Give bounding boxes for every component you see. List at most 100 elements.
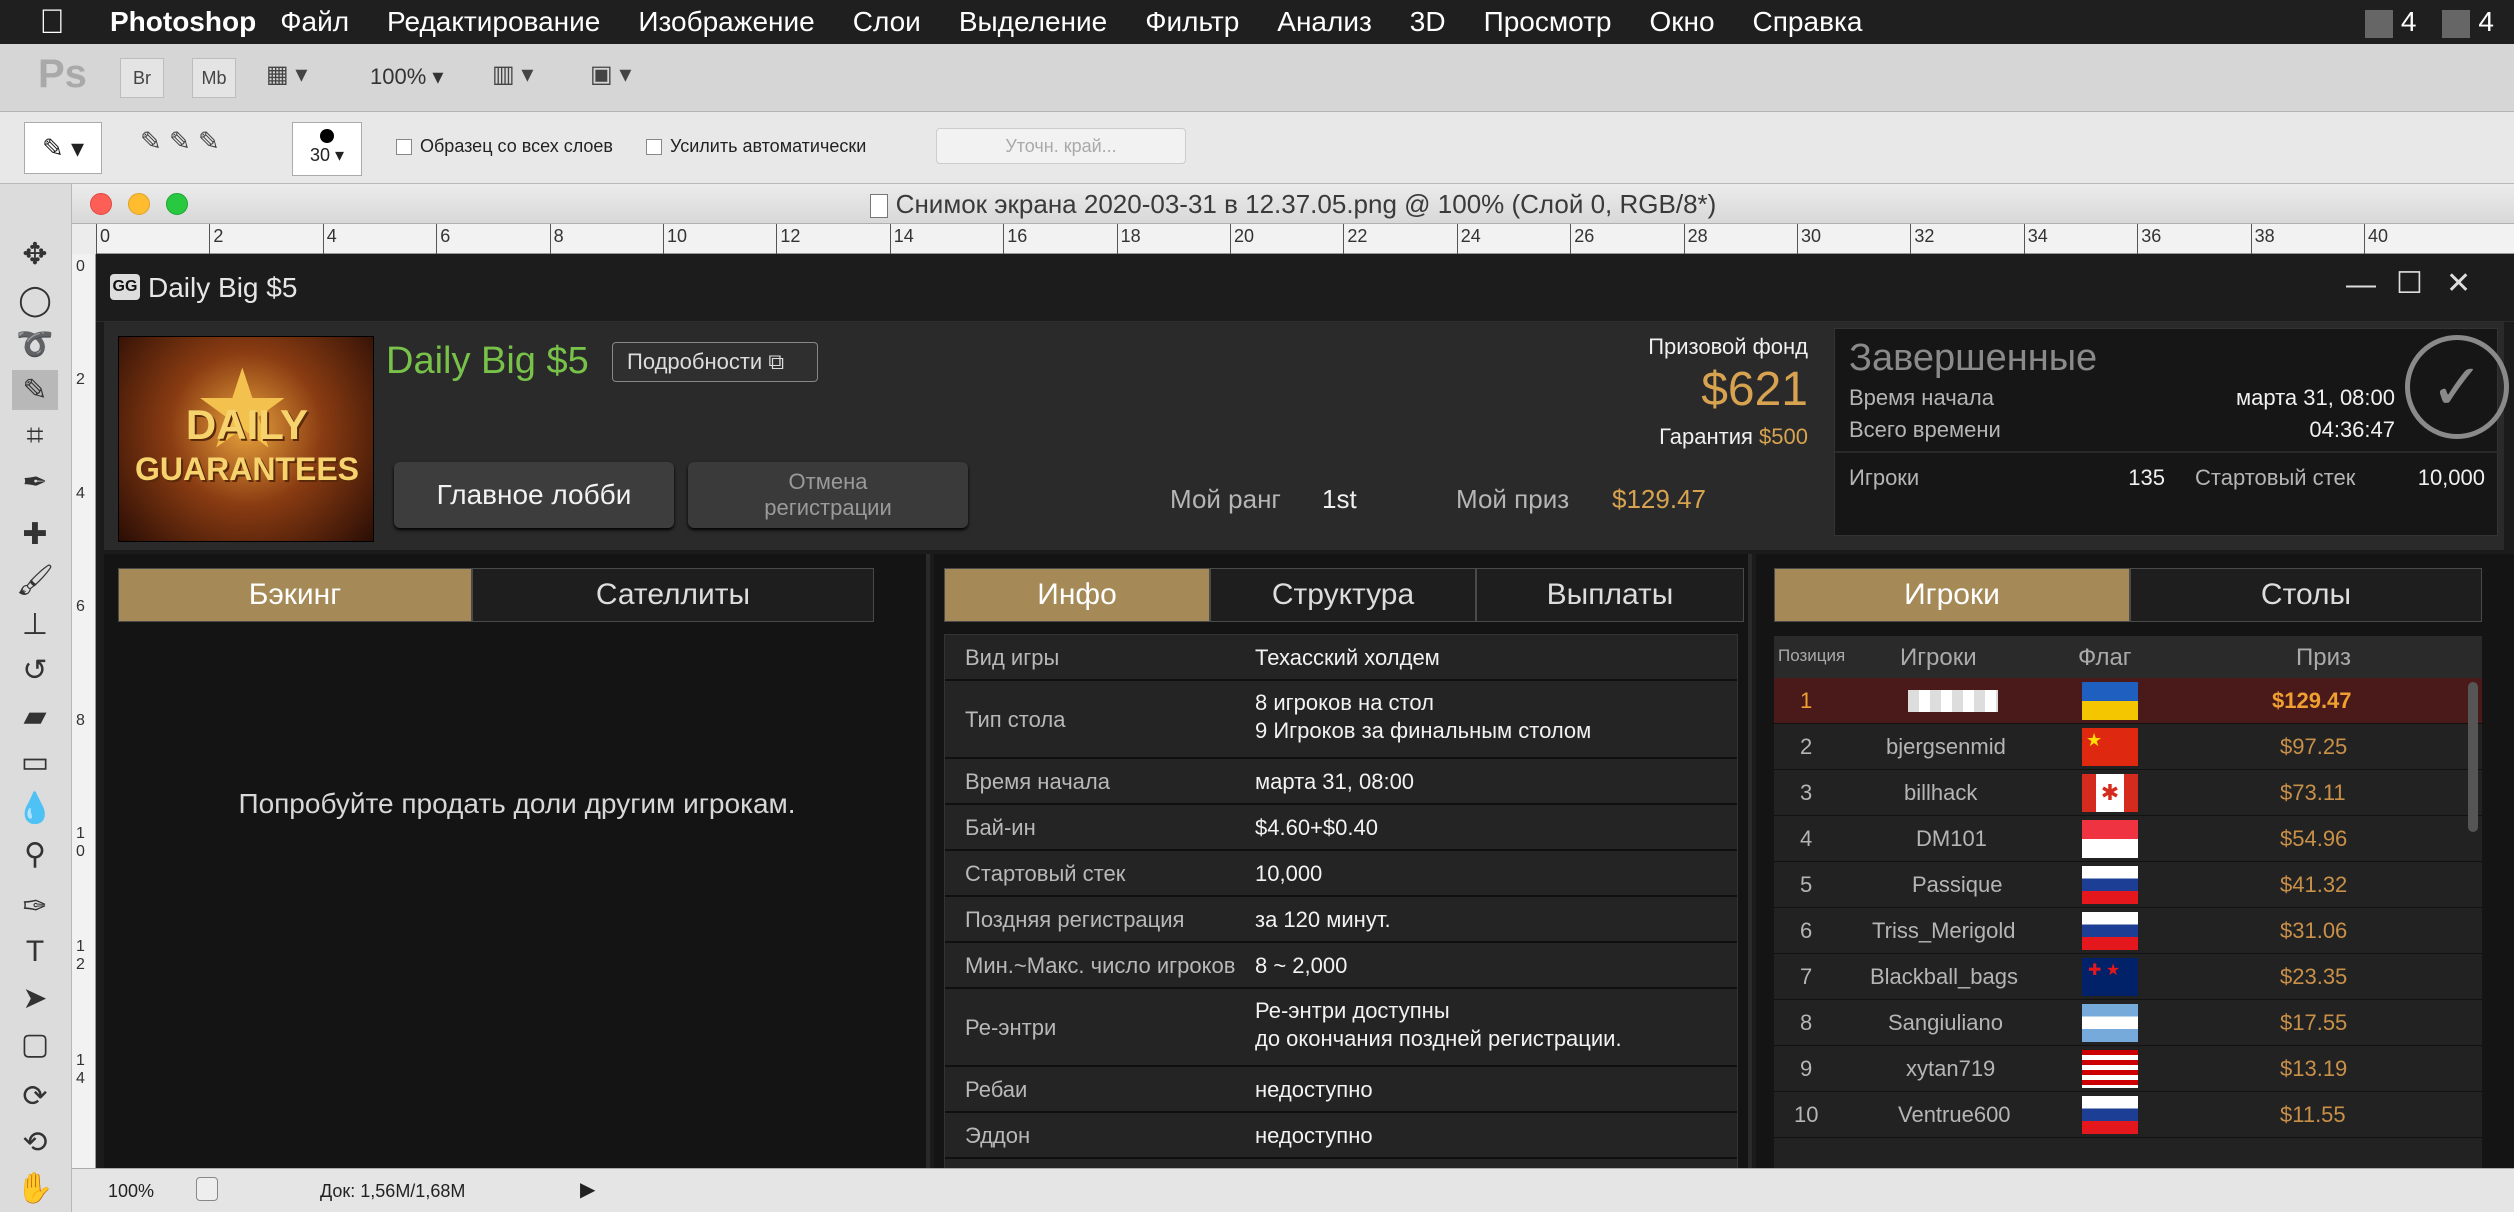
pen-tool-icon[interactable]: ✑ bbox=[12, 886, 58, 926]
3d-rotate-icon[interactable]: ⟳ bbox=[12, 1076, 58, 1116]
banner-daily: DAILY bbox=[185, 401, 309, 448]
tab-players[interactable]: Игроки bbox=[1774, 568, 2130, 622]
main-lobby-button[interactable]: Главное лобби bbox=[394, 462, 674, 528]
col-prize[interactable]: Приз bbox=[2296, 644, 2351, 672]
app-menu[interactable]: Photoshop bbox=[110, 6, 256, 38]
dodge-tool-icon[interactable]: ⚲ bbox=[12, 834, 58, 874]
info-row-buyin: Бай-ин $4.60+$0.40 bbox=[945, 805, 1737, 851]
table-row[interactable]: 6 Triss_Merigold $31.06 bbox=[1774, 908, 2482, 954]
table-row[interactable]: 2 bjergsenmid ★ $97.25 bbox=[1774, 724, 2482, 770]
hand-tool-icon[interactable]: ✋ bbox=[12, 1168, 58, 1208]
table-row[interactable]: 3 billhack ✱ $73.11 bbox=[1774, 770, 2482, 816]
healing-brush-icon[interactable]: ✚ bbox=[12, 514, 58, 554]
minimize-icon[interactable]: — bbox=[2346, 268, 2376, 302]
move-tool-icon[interactable]: ✥ bbox=[12, 234, 58, 274]
tool-preset-picker[interactable]: ✎ ▾ bbox=[24, 122, 102, 174]
tab-tables[interactable]: Столы bbox=[2130, 568, 2482, 622]
zoom-window-button[interactable] bbox=[166, 193, 188, 215]
ruler-h-label: 6 bbox=[440, 226, 451, 246]
client-logo-icon: GG bbox=[110, 274, 140, 300]
table-row[interactable]: 7 Blackball_bags ✚ ★ $23.35 bbox=[1774, 954, 2482, 1000]
lasso-tool-icon[interactable]: ➰ bbox=[12, 324, 58, 364]
extras-dropdown[interactable]: ▦ ▾ bbox=[266, 60, 338, 96]
brush-tool-icon[interactable]: 🖌 bbox=[12, 560, 58, 600]
type-tool-icon[interactable]: T bbox=[12, 932, 58, 972]
col-position[interactable]: Позиция bbox=[1778, 646, 1845, 666]
stamp-tool-icon[interactable]: ⊥ bbox=[12, 604, 58, 644]
table-row[interactable]: 5 Passique $41.32 bbox=[1774, 862, 2482, 908]
close-window-button[interactable] bbox=[90, 193, 112, 215]
col-players[interactable]: Игроки bbox=[1900, 644, 1977, 672]
bridge-button[interactable]: Br bbox=[120, 58, 164, 98]
3d-orbit-icon[interactable]: ⟲ bbox=[12, 1122, 58, 1162]
menu-help[interactable]: Справка bbox=[1753, 6, 1863, 38]
my-prize-value: $129.47 bbox=[1612, 484, 1706, 514]
ruler-h-tick bbox=[1456, 224, 1458, 254]
status-info-icon[interactable] bbox=[196, 1177, 218, 1201]
table-row[interactable]: 10 Ventrue600 $11.55 bbox=[1774, 1092, 2482, 1138]
menu-image[interactable]: Изображение bbox=[638, 6, 814, 38]
brush-size-picker[interactable]: 30 ▾ bbox=[292, 122, 362, 176]
horizontal-ruler[interactable]: 0 2 4 6 8 10 12 14 16 18 20 22 24 26 28 30 32 34 36 38 40 bbox=[96, 224, 2514, 254]
table-row[interactable]: 1 $129.47 bbox=[1774, 678, 2482, 724]
screen-mode-dropdown[interactable]: ▣ ▾ bbox=[590, 60, 662, 96]
menu-analysis[interactable]: Анализ bbox=[1277, 6, 1372, 38]
close-icon[interactable]: ✕ bbox=[2446, 266, 2471, 301]
refine-edge-button[interactable]: Уточн. край... bbox=[936, 128, 1186, 164]
menu-view[interactable]: Просмотр bbox=[1484, 6, 1612, 38]
tab-satellites[interactable]: Сателлиты bbox=[472, 568, 874, 622]
col-flag[interactable]: Флаг bbox=[2078, 644, 2132, 672]
zoom-dropdown[interactable]: 100% ▾ bbox=[370, 64, 460, 94]
crop-tool-icon[interactable]: ⌗ bbox=[12, 416, 58, 456]
quick-selection-tool-icon[interactable]: ✎ bbox=[12, 370, 58, 410]
menu-select[interactable]: Выделение bbox=[959, 6, 1107, 38]
mini-bridge-button[interactable]: Mb bbox=[192, 58, 236, 98]
vertical-ruler[interactable]: 0 2 4 6 8 1 0 1 2 1 4 bbox=[72, 254, 96, 1174]
maximize-icon[interactable]: ☐ bbox=[2396, 266, 2423, 301]
status-zoom[interactable]: 100% bbox=[108, 1181, 154, 1202]
auto-enhance-checkbox[interactable]: Усилить автоматически bbox=[646, 136, 866, 157]
adobe-status-1[interactable]: 4 bbox=[2364, 6, 2416, 38]
menu-edit[interactable]: Редактирование bbox=[387, 6, 600, 38]
tab-payouts[interactable]: Выплаты bbox=[1476, 568, 1744, 622]
sample-all-layers-checkbox[interactable]: Образец со всех слоев bbox=[396, 136, 613, 157]
tab-info[interactable]: Инфо bbox=[944, 568, 1210, 622]
brush-dot-icon bbox=[320, 129, 334, 143]
my-prize-label: Мой приз bbox=[1456, 484, 1570, 514]
minimize-window-button[interactable] bbox=[128, 193, 150, 215]
path-selection-icon[interactable]: ➤ bbox=[12, 978, 58, 1018]
status-menu-arrow-icon[interactable]: ▶ bbox=[580, 1177, 595, 1202]
blur-tool-icon[interactable]: 💧 bbox=[12, 788, 58, 828]
eraser-tool-icon[interactable]: ▰ bbox=[12, 696, 58, 736]
marquee-tool-icon[interactable]: ◯ bbox=[12, 280, 58, 320]
menu-filter[interactable]: Фильтр bbox=[1145, 6, 1239, 38]
status-divider bbox=[1835, 451, 2499, 453]
tab-structure[interactable]: Структура bbox=[1210, 568, 1476, 622]
selection-mode-icons[interactable]: ✎ ✎ ✎ bbox=[140, 126, 270, 170]
history-brush-icon[interactable]: ↺ bbox=[12, 650, 58, 690]
players-list[interactable]: 1 $129.47 2 bjergsenmid ★ $97.25 3 billh… bbox=[1774, 678, 2482, 1174]
document-canvas[interactable]: GG Daily Big $5 — ☐ ✕ ★ DAILY GUARANTEES… bbox=[96, 254, 2514, 1174]
gradient-tool-icon[interactable]: ▭ bbox=[12, 742, 58, 782]
tab-backing[interactable]: Бэкинг bbox=[118, 568, 472, 622]
menu-window[interactable]: Окно bbox=[1649, 6, 1714, 38]
details-button[interactable]: Подробности ⧉ bbox=[612, 342, 818, 382]
shape-tool-icon[interactable]: ▢ bbox=[12, 1024, 58, 1064]
status-panel: Завершенные Время начала марта 31, 08:00… bbox=[1834, 328, 2509, 536]
menu-3d[interactable]: 3D bbox=[1410, 6, 1446, 38]
apple-icon[interactable]:  bbox=[22, 3, 82, 42]
arrange-dropdown[interactable]: ▥ ▾ bbox=[492, 60, 564, 96]
adobe-status-2[interactable]: 4 bbox=[2442, 6, 2494, 38]
cancel-registration-button[interactable]: Отмена регистрации bbox=[688, 462, 968, 528]
info-row-addon: Эддон недоступно bbox=[945, 1113, 1737, 1159]
eyedropper-tool-icon[interactable]: ✒ bbox=[12, 462, 58, 502]
table-row[interactable]: 9 xytan719 $13.19 bbox=[1774, 1046, 2482, 1092]
table-row[interactable]: 4 DM101 $54.96 bbox=[1774, 816, 2482, 862]
players-scrollbar[interactable] bbox=[2468, 682, 2478, 832]
ruler-h-label: 4 bbox=[326, 226, 337, 246]
menu-file[interactable]: Файл bbox=[280, 6, 349, 38]
completed-check-icon: ✓ bbox=[2405, 335, 2509, 439]
ruler-h-tick bbox=[1683, 224, 1685, 254]
menu-layers[interactable]: Слои bbox=[853, 6, 921, 38]
table-row[interactable]: 8 Sangiuliano $17.55 bbox=[1774, 1000, 2482, 1046]
